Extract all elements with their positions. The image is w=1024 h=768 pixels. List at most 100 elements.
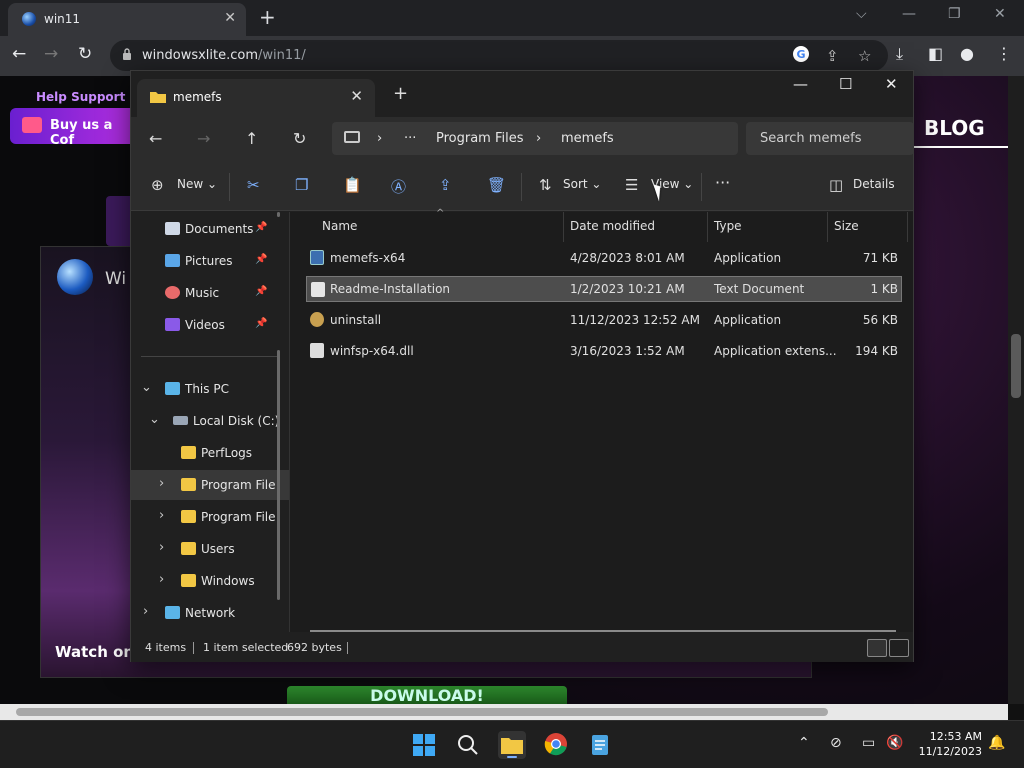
- breadcrumb-chevron-icon[interactable]: ›: [377, 131, 382, 146]
- chrome-icon: [544, 733, 567, 756]
- page-vertical-scrollbar[interactable]: [1008, 76, 1024, 704]
- chevron-right-icon[interactable]: ›: [159, 540, 164, 555]
- explorer-minimize-icon[interactable]: —: [793, 75, 808, 93]
- breadcrumb-program-files[interactable]: Program Files: [436, 131, 524, 146]
- sidebar-item-videos[interactable]: Videos 📌: [131, 310, 289, 340]
- display-icon[interactable]: ▭: [862, 735, 875, 751]
- sidebar-item-perflogs[interactable]: PerfLogs: [131, 438, 289, 468]
- copy-icon[interactable]: ❐: [295, 176, 308, 194]
- minimize-icon[interactable]: —: [902, 6, 916, 22]
- explorer-maximize-icon[interactable]: ☐: [839, 75, 852, 93]
- page-horizontal-scrollbar[interactable]: [0, 704, 1008, 720]
- pin-icon: 📌: [255, 318, 268, 329]
- file-explorer-taskbar-button[interactable]: [498, 731, 526, 759]
- explorer-up-icon[interactable]: ↑: [245, 129, 258, 148]
- explorer-tab[interactable]: memefs ✕: [137, 79, 375, 117]
- file-row[interactable]: winfsp-x64.dll 3/16/2023 1:52 AM Applica…: [306, 338, 902, 364]
- sidebar-item-program-files[interactable]: › Program File: [131, 470, 289, 500]
- cut-icon[interactable]: ✂: [247, 176, 260, 194]
- delete-icon[interactable]: 🗑: [487, 176, 506, 194]
- breadcrumb-memefs[interactable]: memefs: [561, 131, 614, 146]
- sidebar-scrollbar[interactable]: [277, 350, 280, 600]
- address-bar[interactable]: windowsxlite.com/win11/ G ⇪ ☆: [110, 40, 888, 71]
- notification-bell-icon[interactable]: 🔔: [988, 735, 1005, 751]
- back-icon[interactable]: ←: [12, 44, 26, 64]
- sidebar-item-pictures[interactable]: Pictures 📌: [131, 246, 289, 276]
- side-panel-icon[interactable]: ◧: [928, 44, 943, 63]
- sidebar-item-local-disk[interactable]: ⌄ Local Disk (C:): [131, 406, 289, 436]
- explorer-refresh-icon[interactable]: ↻: [293, 129, 306, 148]
- chevron-right-icon[interactable]: ›: [143, 604, 148, 619]
- chevron-down-icon[interactable]: ⌄: [149, 412, 160, 427]
- column-date-modified[interactable]: Date modified: [570, 212, 708, 242]
- share-file-icon[interactable]: ⇪: [439, 176, 452, 194]
- explorer-search-input[interactable]: Search memefs: [746, 122, 914, 155]
- new-button[interactable]: New ⌄: [177, 177, 217, 191]
- sidebar-item-this-pc[interactable]: ⌄ This PC: [131, 374, 289, 404]
- system-clock[interactable]: 12:53 AM 11/12/2023: [916, 729, 982, 759]
- network-off-icon[interactable]: ⊘: [830, 735, 842, 751]
- menu-icon[interactable]: ⋮: [996, 44, 1012, 63]
- coffee-icon: [22, 117, 42, 133]
- details-view-icon[interactable]: [867, 639, 887, 657]
- breadcrumb-more-icon[interactable]: ···: [404, 131, 416, 146]
- sort-button[interactable]: Sort ⌄: [563, 177, 601, 191]
- bookmark-star-icon[interactable]: ☆: [858, 47, 871, 65]
- google-icon[interactable]: G: [792, 45, 810, 67]
- start-button[interactable]: [410, 731, 438, 759]
- sidebar-divider: [141, 356, 279, 357]
- sidebar-item-windows[interactable]: › Windows: [131, 566, 289, 596]
- sidebar-scrollbar-top[interactable]: [277, 212, 280, 217]
- explorer-breadcrumb[interactable]: › ··· Program Files › memefs: [332, 122, 738, 155]
- chevron-down-icon[interactable]: ⌄: [141, 380, 152, 395]
- file-row[interactable]: memefs-x64 4/28/2023 8:01 AM Application…: [306, 245, 902, 271]
- watch-on-youtube[interactable]: Watch on: [55, 643, 134, 661]
- details-button[interactable]: Details: [853, 177, 895, 191]
- share-icon[interactable]: ⇪: [826, 47, 839, 65]
- chevron-up-icon[interactable]: ⌃: [798, 735, 810, 751]
- more-options-icon[interactable]: ···: [715, 173, 730, 192]
- close-explorer-tab-icon[interactable]: ✕: [350, 87, 363, 105]
- download-button[interactable]: DOWNLOAD!: [287, 686, 567, 704]
- sidebar-item-documents[interactable]: Documents 📌: [131, 214, 289, 244]
- chevron-right-icon[interactable]: ›: [159, 476, 164, 491]
- sidebar-item-network[interactable]: › Network: [131, 598, 289, 628]
- reload-icon[interactable]: ↻: [78, 44, 92, 64]
- file-row[interactable]: uninstall 11/12/2023 12:52 AM Applicatio…: [306, 307, 902, 333]
- item-count: 4 items: [145, 641, 187, 654]
- new-tab-button[interactable]: +: [259, 5, 276, 29]
- notepad-taskbar-button[interactable]: [586, 731, 614, 759]
- close-window-icon[interactable]: ✕: [994, 6, 1006, 22]
- rename-icon[interactable]: Ⓐ: [391, 176, 406, 197]
- blog-link[interactable]: BLOG: [912, 100, 1008, 148]
- explorer-forward-icon[interactable]: →: [197, 129, 210, 148]
- search-button[interactable]: [454, 731, 482, 759]
- download-icon[interactable]: ⤓: [896, 44, 903, 64]
- restore-icon[interactable]: ❐: [948, 6, 961, 22]
- videos-icon: [165, 318, 180, 331]
- buy-coffee-button[interactable]: Buy us a Cof: [10, 108, 140, 148]
- volume-muted-icon[interactable]: 🔇: [886, 735, 903, 751]
- explorer-new-tab-button[interactable]: +: [393, 83, 408, 104]
- sidebar-item-users[interactable]: › Users: [131, 534, 289, 564]
- chevron-right-icon[interactable]: ›: [159, 572, 164, 587]
- chrome-taskbar-button[interactable]: [542, 731, 570, 759]
- column-type[interactable]: Type: [714, 212, 828, 242]
- forward-icon[interactable]: →: [44, 44, 58, 64]
- chevron-right-icon[interactable]: ›: [159, 508, 164, 523]
- close-tab-icon[interactable]: ✕: [224, 10, 236, 26]
- sidebar-item-program-files-x86[interactable]: › Program File: [131, 502, 289, 532]
- clock-date: 11/12/2023: [918, 745, 982, 758]
- explorer-close-icon[interactable]: ✕: [885, 75, 898, 93]
- thumbnail-view-icon[interactable]: [889, 639, 909, 657]
- paste-icon[interactable]: 📋: [343, 176, 362, 194]
- tab-search-icon[interactable]: ⌵: [856, 6, 867, 22]
- explorer-back-icon[interactable]: ←: [149, 129, 162, 148]
- profile-icon[interactable]: ●: [960, 44, 974, 63]
- column-size[interactable]: Size: [834, 212, 908, 242]
- browser-tab[interactable]: win11 ✕: [8, 3, 246, 36]
- file-row-selected[interactable]: Readme-Installation 1/2/2023 10:21 AM Te…: [306, 276, 902, 302]
- breadcrumb-chevron-icon[interactable]: ›: [536, 131, 541, 146]
- sidebar-item-music[interactable]: Music 📌: [131, 278, 289, 308]
- help-support-link[interactable]: Help Support: [36, 90, 125, 104]
